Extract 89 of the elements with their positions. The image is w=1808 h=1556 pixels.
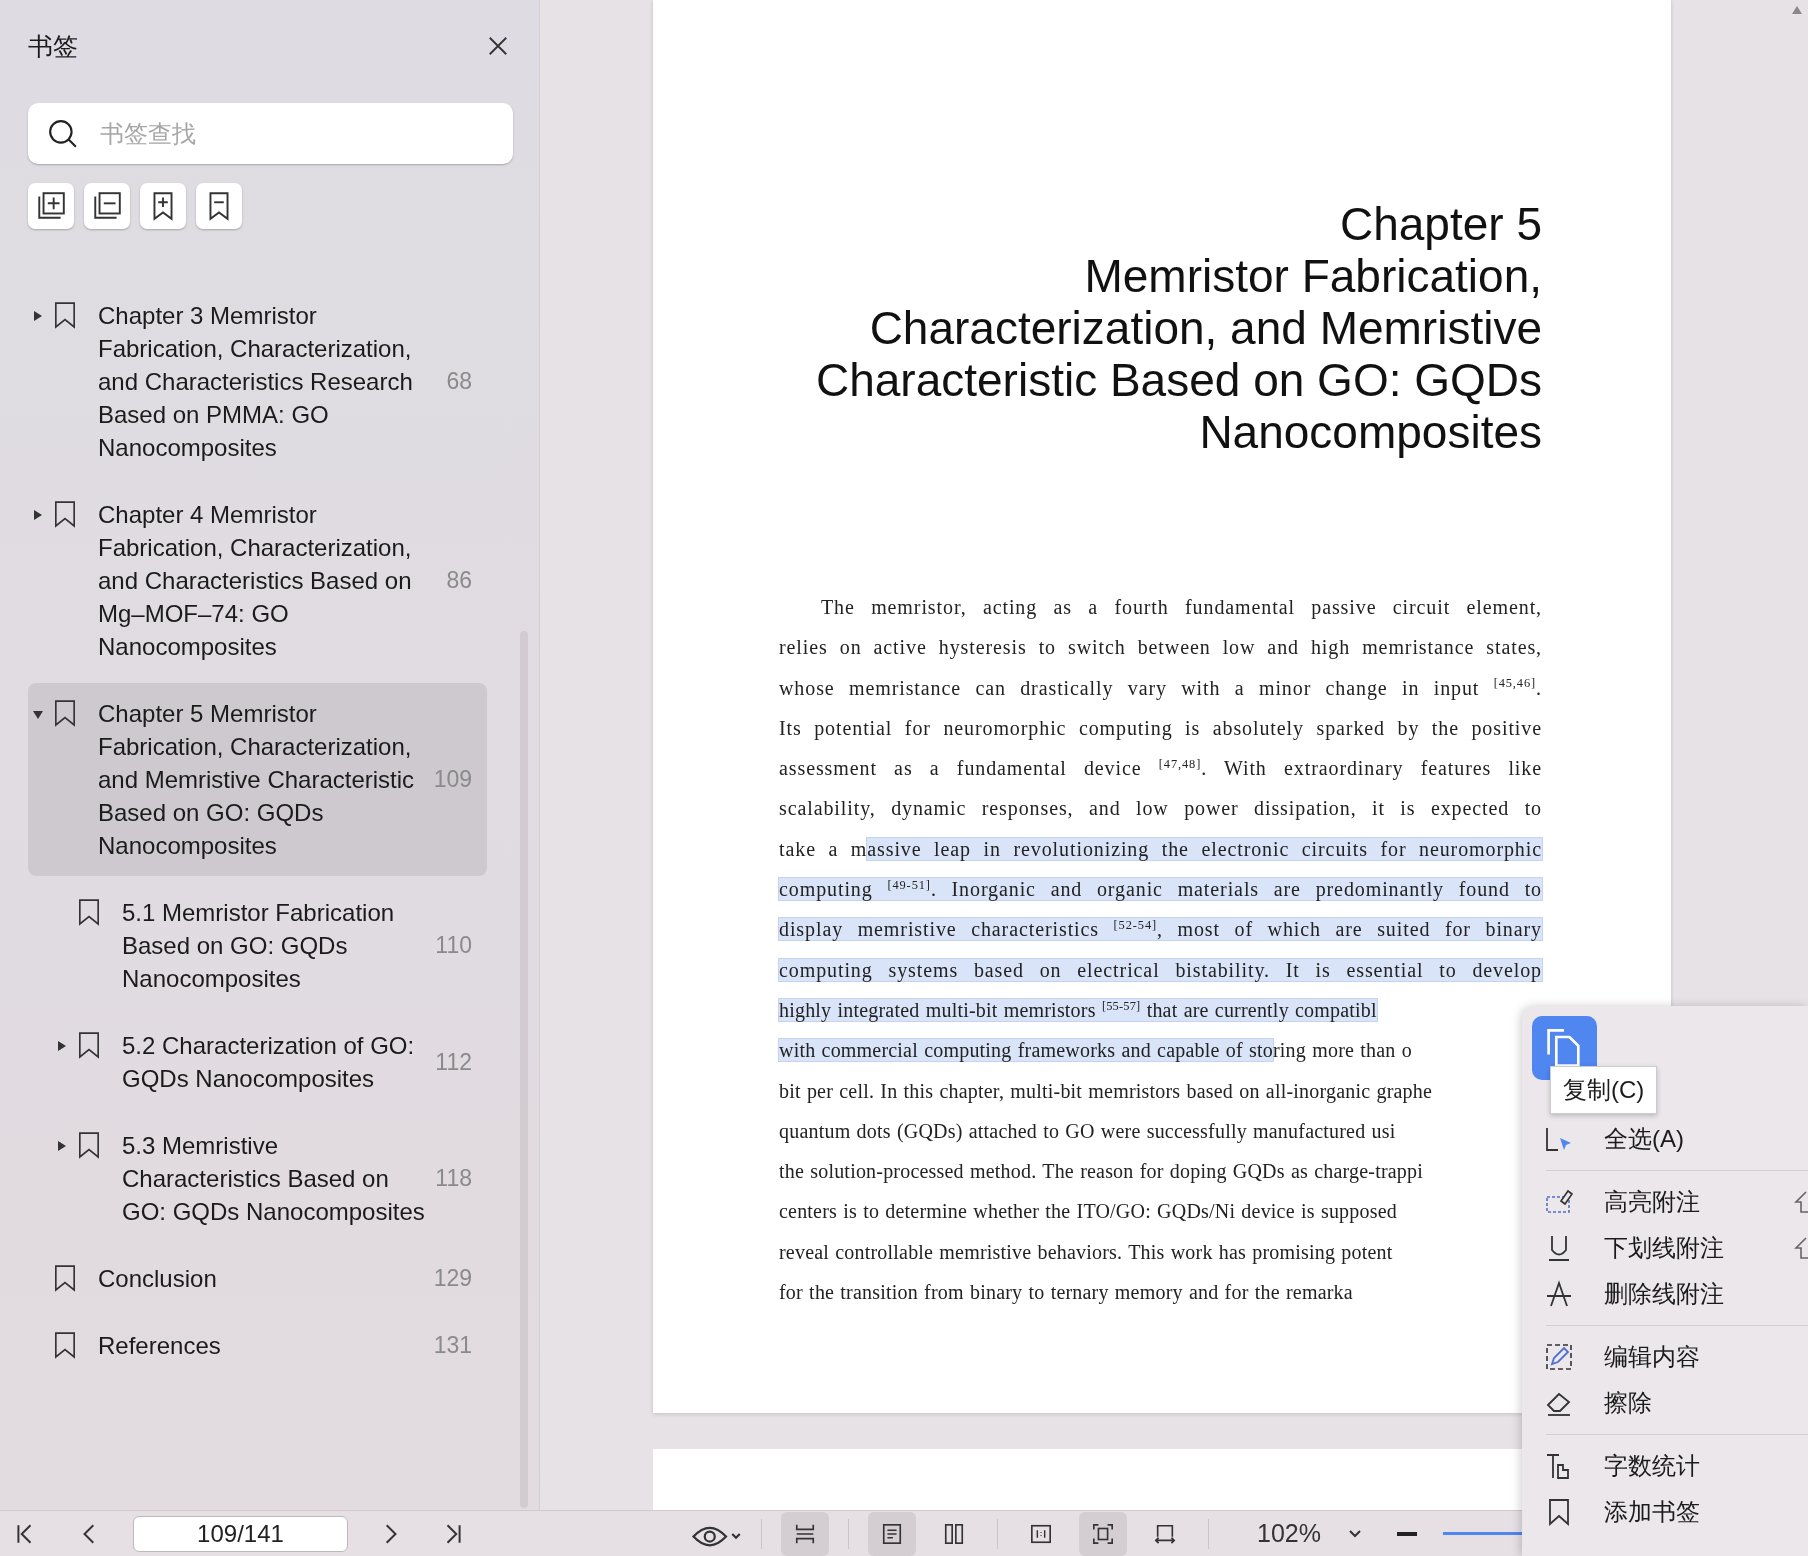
- page-number: 109: [432, 766, 472, 793]
- caret-icon[interactable]: [1348, 1529, 1361, 1538]
- page-number: 129: [432, 1265, 472, 1292]
- bookmark-title: 5.2 Characterization of GO: GQDs Nanocomposites: [122, 1031, 416, 1094]
- expand-all-button[interactable]: [28, 183, 74, 229]
- bookmark-item[interactable]: Conclusion 129: [28, 1248, 487, 1309]
- remove-bookmark-button[interactable]: [196, 183, 242, 229]
- bookmark-item[interactable]: Chapter 4 Memristor Fabrication, Characterization, and Characteristics Based on Mg–MOF–74: GO Nanocomposites 86: [28, 484, 487, 677]
- body-text-line: relies on active hysteresis to switch between low and high memristance states,: [779, 635, 1542, 661]
- add-bookmark-button[interactable]: [140, 183, 186, 229]
- body-text-line: assessment as a fundamental device $^{[47,48]}$. With extraordinary features like: [779, 755, 1542, 782]
- strikethrough-icon: [1544, 1279, 1574, 1309]
- body-text-line: for the transition from binary to ternary memory and for the remarka: [779, 1280, 1354, 1306]
- bookmark-icon: [78, 897, 100, 927]
- bookmark-icon: [78, 1030, 100, 1060]
- bookmark-icon: [54, 300, 76, 330]
- page-number: 68: [445, 368, 472, 395]
- bookmark-item[interactable]: 5.3 Memristive Characteristics Based on GO: GQDs Nanocomposites 118: [28, 1115, 487, 1242]
- fit-width-icon: [1154, 1522, 1176, 1545]
- body-text-line: take a massive leap in revolutionizing the electronic circuits for neuromorphic: [779, 836, 1542, 863]
- continuous-pages-icon: [794, 1522, 816, 1545]
- close-icon[interactable]: [487, 35, 509, 57]
- page-number-field[interactable]: 109/141: [133, 1515, 348, 1552]
- page-icon: [881, 1522, 903, 1545]
- bookmark-title: References: [98, 1331, 222, 1361]
- bookmark-icon: [54, 1263, 76, 1293]
- fit-page-button[interactable]: [1079, 1511, 1127, 1556]
- menu-item[interactable]: 字数统计: [1522, 1443, 1808, 1489]
- expander-arrow-icon[interactable]: [32, 509, 44, 521]
- bookmark-item[interactable]: References 131: [28, 1315, 487, 1376]
- page-number: 112: [434, 1048, 472, 1076]
- body-text-line: reveal controllable memristive behaviors. This work has promising potent: [779, 1239, 1394, 1266]
- search-field[interactable]: 书签查找: [28, 103, 513, 164]
- continuous-scroll-button[interactable]: [781, 1511, 829, 1556]
- collapse-all-button[interactable]: [84, 183, 130, 229]
- body-text-line: quantum dots (GQDs) attached to GO were successfully manufactured usi: [779, 1118, 1397, 1145]
- expander-arrow-icon[interactable]: [56, 1040, 68, 1052]
- body-text-line: the solution-processed method. The reason for doping GQDs as charge-trappi: [779, 1159, 1424, 1185]
- shift-key-icon: [1794, 1190, 1808, 1214]
- collapse-all-icon: [91, 190, 123, 222]
- body-text-line: bit per cell. In this chapter, multi-bit memristors based on all-inorganic graphe: [779, 1078, 1434, 1105]
- bookmark-title: 5.3 Memristive Characteristics Based on GO: GQDs Nanocomposites: [122, 1131, 426, 1227]
- body-text-line: The memristor, acting as a fourth fundamental passive circuit element,: [820, 595, 1542, 621]
- bookmark-icon: [54, 499, 76, 529]
- zoom-percentage[interactable]: 102%: [1257, 1519, 1321, 1548]
- menu-item[interactable]: 下划线附注: [1522, 1225, 1808, 1271]
- expander-arrow-icon[interactable]: [56, 1140, 68, 1152]
- expand-all-icon: [35, 190, 67, 222]
- fit-page-icon: [1092, 1522, 1114, 1545]
- menu-item[interactable]: 添加书签: [1522, 1489, 1808, 1535]
- bookmark-item[interactable]: 5.2 Characterization of GO: GQDs Nanocomposites 112: [28, 1015, 487, 1109]
- expander-arrow-icon[interactable]: [32, 708, 44, 720]
- menu-item[interactable]: 擦除: [1522, 1380, 1808, 1426]
- bookmark-title: Chapter 3 Memristor Fabrication, Characterization, and Characteristics Research Based on PMMA: GO Nanocomposites: [98, 301, 414, 463]
- expander-arrow-icon[interactable]: [32, 310, 44, 322]
- bookmark-icon: [54, 1330, 76, 1360]
- bookmark-title: Chapter 4 Memristor Fabrication, Characterization, and Characteristics Based on Mg–MOF–74: GO Nanocomposites: [98, 500, 413, 662]
- panel-title: 书签: [28, 30, 78, 62]
- chapter-title: Chapter 5 Memristor Fabrication, Characterization, and Memristive Characteristic Based on GO: GQDs Nanocomposites: [814, 198, 1542, 458]
- bookmark-icon: [78, 1130, 100, 1160]
- page-number: 131: [432, 1332, 472, 1359]
- scroll-up-arrow-icon[interactable]: [1792, 6, 1802, 14]
- two-columns-icon: [943, 1522, 965, 1545]
- bookmark-item[interactable]: Chapter 5 Memristor Fabrication, Characterization, and Memristive Characteristic Based on GO: GQDs Nanocomposites 109: [28, 683, 487, 876]
- bookmark-item[interactable]: Chapter 3 Memristor Fabrication, Characterization, and Characteristics Research Based on PMMA: GO Nanocomposites 68: [28, 285, 487, 478]
- minus-icon: [1395, 1531, 1418, 1536]
- body-text-line: centers is to determine whether the ITO/GO: GQDs/Ni device is supposed: [779, 1199, 1398, 1225]
- bookmark-title: Conclusion: [98, 1264, 218, 1294]
- page-number: 118: [434, 1165, 472, 1192]
- page-number: 110: [434, 932, 472, 959]
- bookmark-item[interactable]: 5.1 Memristor Fabrication Based on GO: GQDs Nanocomposites 110: [28, 882, 487, 1009]
- bookmark-icon: [54, 698, 76, 728]
- menu-item[interactable]: 删除线附注: [1522, 1271, 1808, 1317]
- body-text-line: Its potential for neuromorphic computing is absolutely sparked by the positive: [779, 715, 1542, 742]
- tooltip: 复制(C): [1550, 1066, 1658, 1114]
- body-text-line: scalability, dynamic responses, and low power dissipation, it is expected to: [779, 796, 1542, 822]
- body-text-line: whose memristance can drastically vary with a minor change in input $^{[45,46]}$.: [779, 675, 1542, 702]
- bookmark-title: Chapter 5 Memristor Fabrication, Characterization, and Memristive Characteristic Based on GO: GQDs Nanocomposites: [98, 699, 416, 861]
- search-icon: [48, 118, 78, 149]
- shift-key-icon: [1794, 1236, 1808, 1260]
- edit-icon: [1544, 1342, 1574, 1372]
- actual-size-icon: [1030, 1522, 1052, 1545]
- page-number: 86: [445, 567, 472, 594]
- menu-item[interactable]: 编辑内容: [1522, 1334, 1808, 1380]
- menu-item[interactable]: 全选(A): [1522, 1116, 1808, 1162]
- menu-item[interactable]: 高亮附注: [1522, 1179, 1808, 1225]
- search-input[interactable]: 书签查找: [98, 118, 493, 149]
- single-page-button[interactable]: [868, 1511, 916, 1556]
- bookmark-title: 5.1 Memristor Fabrication Based on GO: GQDs Nanocomposites: [122, 898, 396, 994]
